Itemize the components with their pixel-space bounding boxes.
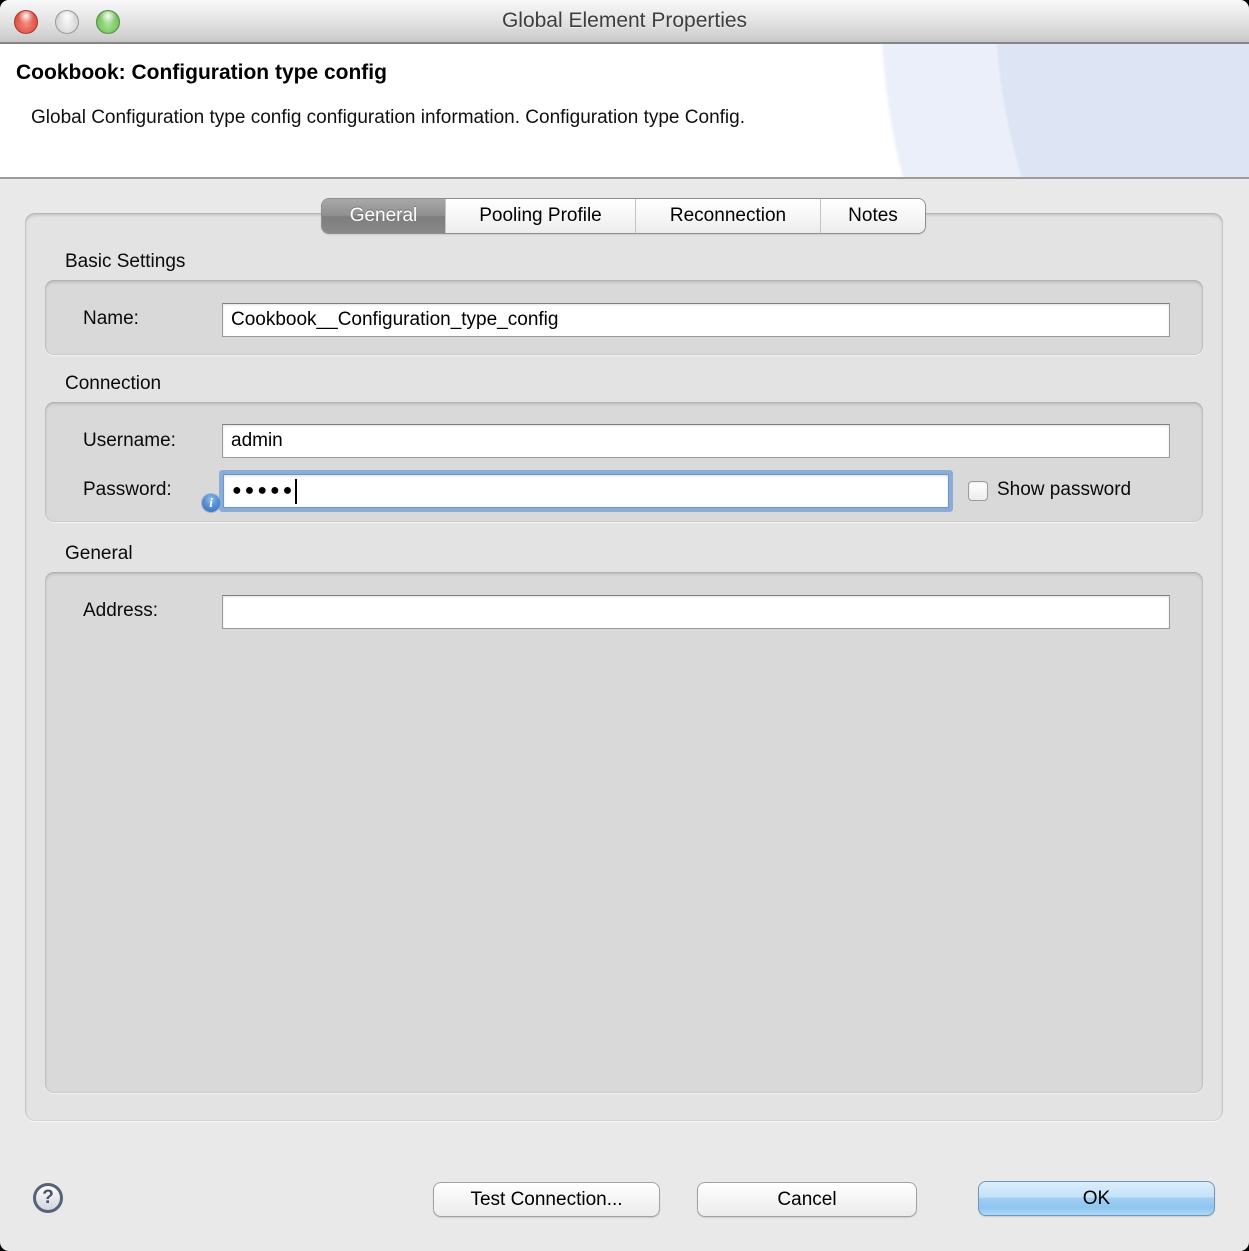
cancel-button[interactable]: Cancel — [697, 1182, 917, 1217]
password-input[interactable]: ●●●●● — [223, 474, 949, 508]
page-title: Cookbook: Configuration type config — [16, 61, 387, 85]
tab-general[interactable]: General — [322, 199, 445, 233]
password-masked-value: ●●●●● — [232, 483, 295, 499]
tab-reconnection[interactable]: Reconnection — [635, 199, 820, 233]
help-button[interactable]: ? — [33, 1183, 63, 1213]
address-label: Address: — [83, 600, 158, 622]
connection-group-title: Connection — [65, 373, 161, 395]
window-title: Global Element Properties — [0, 9, 1249, 33]
name-input[interactable] — [222, 303, 1170, 337]
address-input[interactable] — [222, 595, 1170, 629]
tab-bar: General Pooling Profile Reconnection Not… — [322, 199, 925, 233]
global-element-properties-dialog: Global Element Properties Cookbook: Conf… — [0, 0, 1249, 1251]
text-caret — [295, 479, 297, 504]
wizard-header: Cookbook: Configuration type config Glob… — [0, 44, 1249, 179]
title-bar: Global Element Properties — [0, 0, 1249, 44]
password-label: Password: — [83, 479, 172, 501]
general-groupbox — [45, 572, 1203, 1093]
username-input[interactable] — [222, 424, 1170, 458]
info-icon[interactable]: i — [202, 494, 220, 512]
page-description: Global Configuration type config configu… — [31, 107, 745, 129]
show-password-label: Show password — [997, 479, 1131, 501]
test-connection-button[interactable]: Test Connection... — [433, 1182, 660, 1217]
name-label: Name: — [83, 308, 139, 330]
tab-notes[interactable]: Notes — [820, 199, 925, 233]
general-group-title: General — [65, 543, 133, 565]
show-password-checkbox[interactable] — [968, 481, 988, 501]
ok-button[interactable]: OK — [978, 1181, 1215, 1216]
tab-pooling-profile[interactable]: Pooling Profile — [445, 199, 635, 233]
basic-settings-group-title: Basic Settings — [65, 251, 185, 273]
username-label: Username: — [83, 430, 176, 452]
